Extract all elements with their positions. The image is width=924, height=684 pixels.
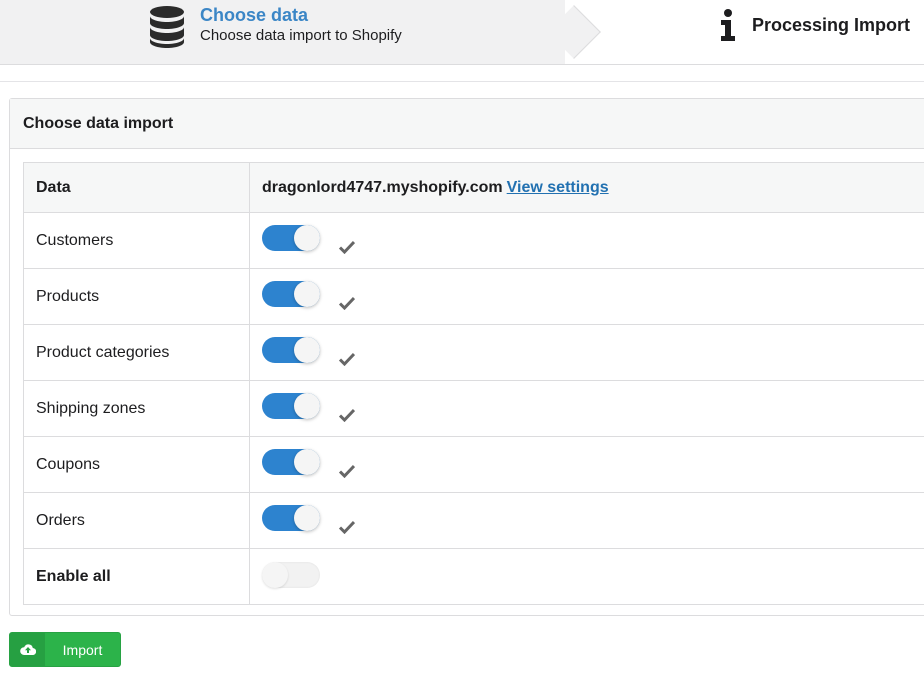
table-row: Orders [24,492,924,548]
check-icon [339,240,355,254]
import-button-label: Import [62,641,103,658]
row-label: Shipping zones [24,381,250,436]
toggle-knob [294,280,320,307]
toggle-knob [294,448,320,475]
toggle-knob [294,336,320,363]
coupons-toggle[interactable] [262,448,320,475]
toggle-knob [294,504,320,531]
toggle-knob [262,561,288,588]
step-subtitle: Choose data import to Shopify [200,27,402,44]
table-row: Coupons [24,436,924,492]
row-label: Coupons [24,437,250,492]
customers-toggle[interactable] [262,224,320,251]
info-icon [721,9,735,41]
row-label: Orders [24,493,250,548]
orders-toggle[interactable] [262,504,320,531]
table-row-enable-all: Enable all [24,548,924,604]
shipping-zones-toggle[interactable] [262,392,320,419]
step-processing-import: Processing Import [752,15,911,35]
table-header-label: Data [24,163,250,212]
row-label: Products [24,269,250,324]
check-icon [339,520,355,534]
data-table: Data dragonlord4747.myshopify.com View se… [23,162,924,605]
row-label: Customers [24,213,250,268]
table-row: Shipping zones [24,380,924,436]
table-row: Product categories [24,324,924,380]
check-icon [339,408,355,422]
divider [0,81,924,82]
check-icon [339,352,355,366]
choose-data-panel: Choose data import Data dragonlord4747.m… [9,98,924,616]
table-row: Customers [24,212,924,268]
products-toggle[interactable] [262,280,320,307]
database-icon [150,6,184,48]
enable-all-label: Enable all [24,549,250,604]
view-settings-link[interactable]: View settings [507,179,609,196]
table-header-row: Data dragonlord4747.myshopify.com View se… [24,163,924,212]
check-icon [339,296,355,310]
panel-header: Choose data import [10,99,924,149]
toggle-knob [294,224,320,251]
table-header-store: dragonlord4747.myshopify.com View setting… [250,163,924,212]
step-title: Choose data [200,5,309,25]
import-button[interactable]: Import [9,632,121,667]
product-categories-toggle[interactable] [262,336,320,363]
check-icon [339,464,355,478]
table-row: Products [24,268,924,324]
cloud-upload-icon [10,633,45,666]
toggle-knob [294,392,320,419]
row-label: Product categories [24,325,250,380]
import-steps: Choose data Choose data import to Shopif… [0,0,924,65]
store-domain: dragonlord4747.myshopify.com [262,178,503,196]
enable-all-toggle[interactable] [262,561,320,588]
panel-title: Choose data import [23,115,174,132]
